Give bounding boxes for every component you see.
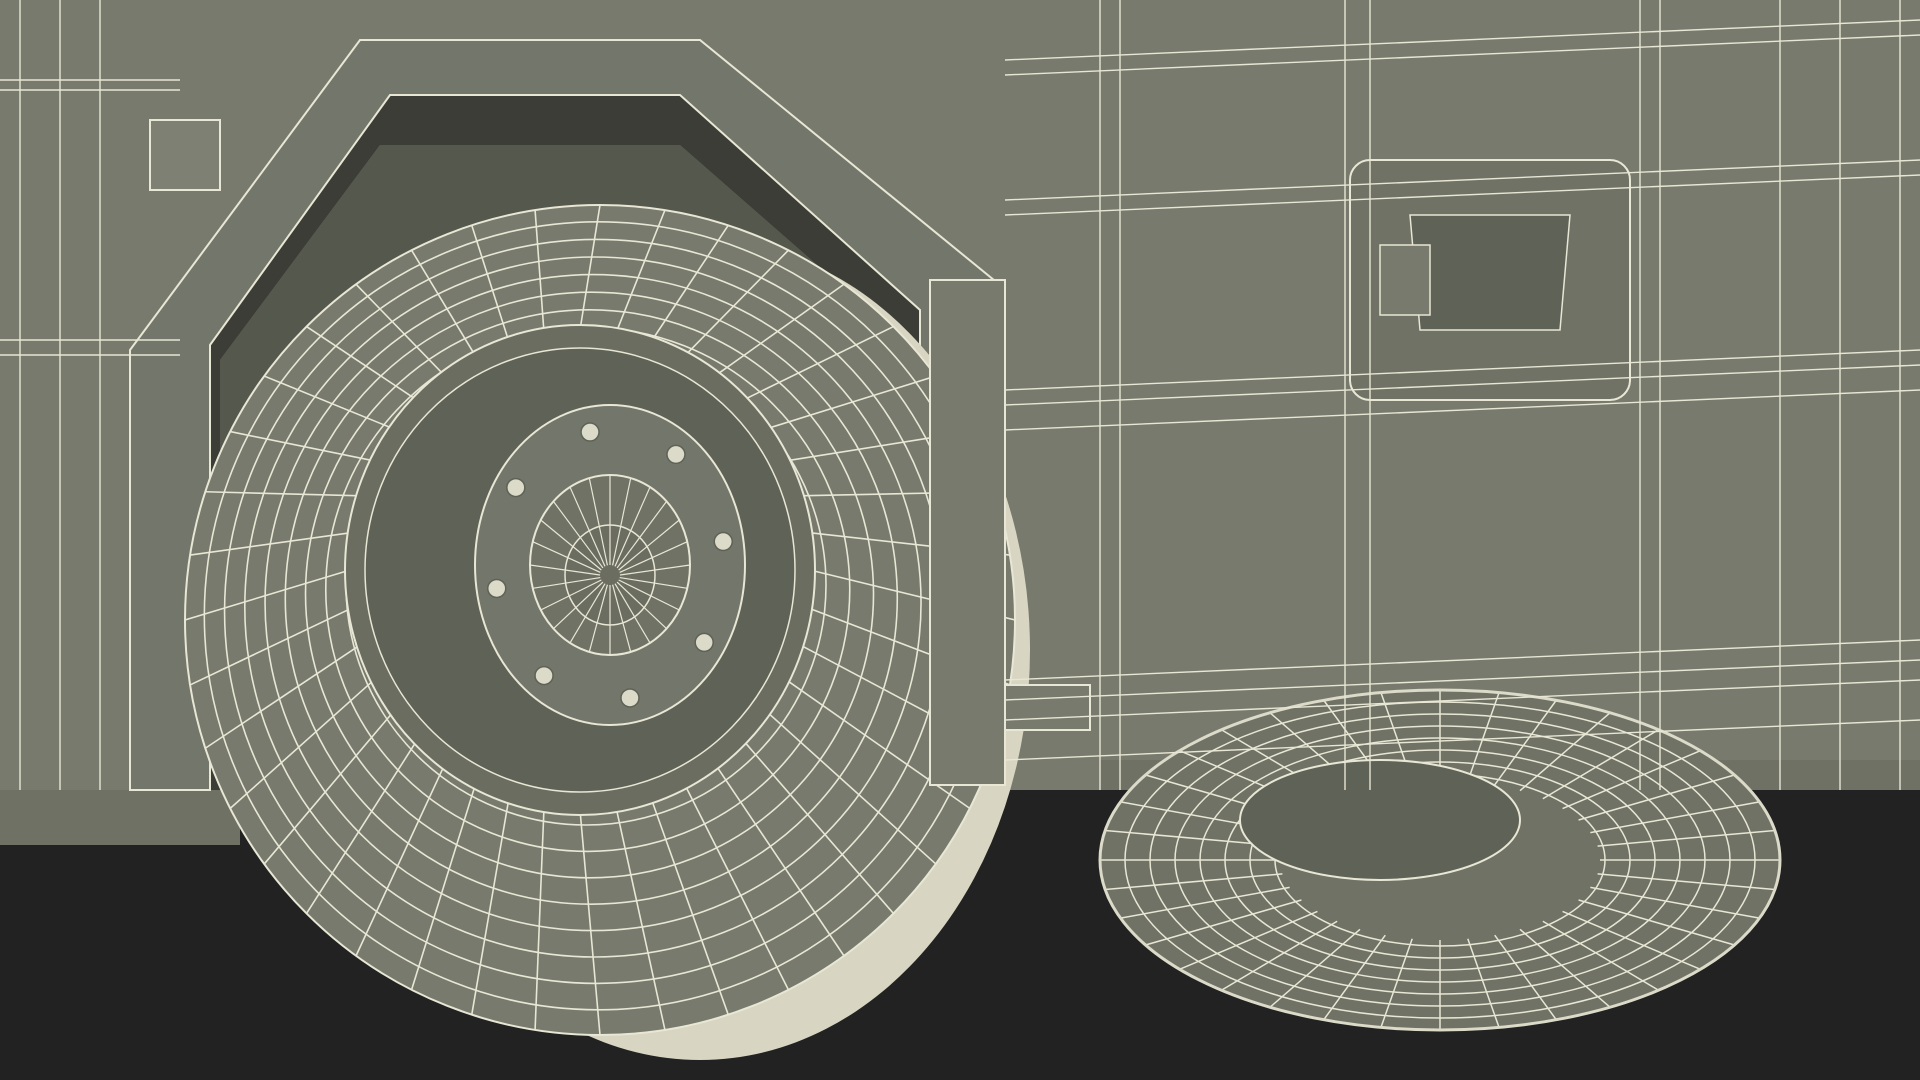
lug-nut <box>694 632 714 653</box>
rear-hub <box>1239 759 1521 881</box>
lug-nut <box>666 444 686 465</box>
lug-nut <box>620 688 640 708</box>
lug-nut <box>580 422 600 442</box>
lug-nut <box>713 531 734 552</box>
lug-nut <box>486 578 507 599</box>
fender-post <box>929 279 1006 786</box>
body-lower-skirt <box>0 790 240 845</box>
mud-flap-bracket <box>1004 684 1091 731</box>
wheel-hub <box>474 404 746 726</box>
lug-nut <box>506 477 526 498</box>
lug-nut <box>534 665 554 686</box>
marker-light-left <box>149 119 221 191</box>
wireframe-scene <box>0 0 1920 1080</box>
render-viewport <box>0 0 1920 1080</box>
